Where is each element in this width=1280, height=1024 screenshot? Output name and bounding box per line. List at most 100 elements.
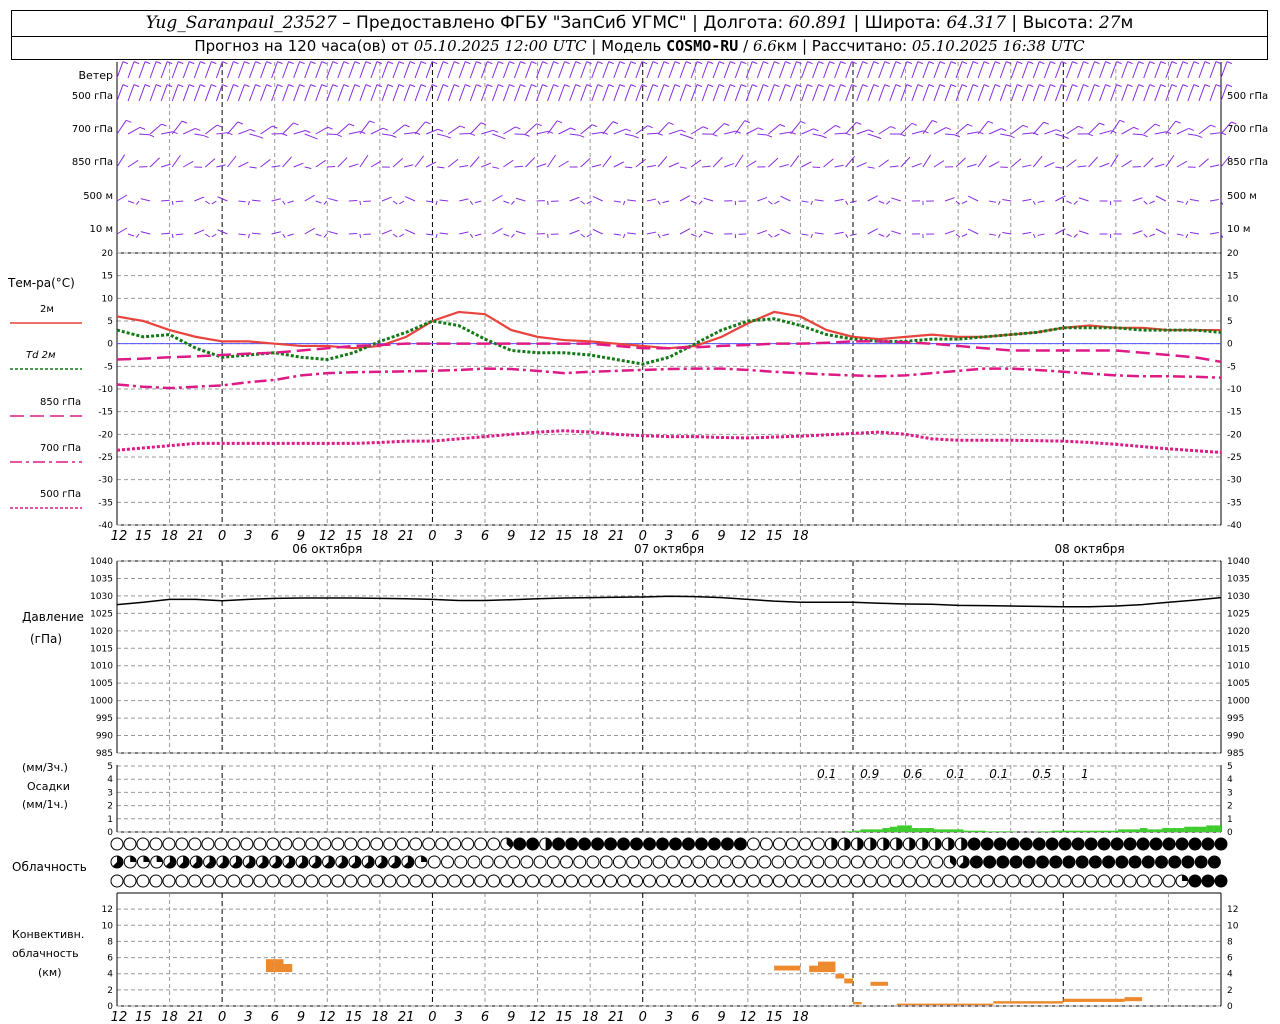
time-tick-bottom: 15 <box>135 1010 152 1024</box>
wind-barb <box>304 61 312 79</box>
wind-barb-flag <box>237 121 243 125</box>
prec-tick-left: 0 <box>107 828 113 838</box>
wind-barb-flag <box>647 125 653 129</box>
wind-barb <box>867 61 875 79</box>
wind-barb-flag <box>895 84 901 88</box>
cloud-fill <box>896 838 903 850</box>
cloud-circle <box>1075 855 1089 869</box>
conv-label-2: облачность <box>12 947 79 960</box>
wind-barb <box>237 84 245 102</box>
wind-barb-flag <box>1193 84 1200 88</box>
precip-bar <box>1095 830 1104 832</box>
cloud-circle <box>1207 855 1221 869</box>
wind-barb <box>801 128 814 135</box>
wind-barb <box>1055 228 1066 235</box>
wind-barb-flag <box>531 84 537 88</box>
cloud-circle <box>798 837 812 851</box>
cloud-circle <box>1102 855 1116 869</box>
wind-barb <box>1032 84 1040 102</box>
wind-barb <box>779 163 789 168</box>
temp-tick-right: -30 <box>1227 476 1242 486</box>
wind-barb-flag <box>961 84 968 88</box>
cloud-circle <box>560 855 574 869</box>
wind-barb <box>282 84 290 102</box>
precip-bar <box>963 830 971 832</box>
wind-barb-flag <box>586 84 592 88</box>
wind-barb-flag <box>633 135 639 139</box>
wind-barb <box>171 120 183 135</box>
cloud-circle <box>1084 874 1098 888</box>
precip-bar <box>978 830 986 832</box>
wind-barb <box>1099 61 1107 79</box>
wind-barb-flag <box>442 61 449 65</box>
wind-barb <box>337 61 345 79</box>
wind-barb-flag <box>945 127 952 131</box>
wind-barb <box>734 61 742 79</box>
wind-barb <box>622 233 626 239</box>
wind-barb <box>1187 84 1195 102</box>
cloud-circle <box>136 837 150 851</box>
time-tick-bottom: 9 <box>717 1010 725 1024</box>
temp-tick-right: 15 <box>1227 272 1238 282</box>
precip-bar <box>1191 826 1199 832</box>
cloud-circle <box>969 855 983 869</box>
wind-barb-flag <box>305 130 311 133</box>
time-tick-bottom: 15 <box>766 1010 783 1024</box>
wind-barb <box>238 161 249 168</box>
wind-barb <box>1189 198 1200 202</box>
cloud-circle <box>331 874 345 888</box>
cloud-circle <box>850 855 864 869</box>
wind-barb <box>492 227 503 235</box>
wind-barb <box>1121 160 1132 168</box>
wind-level-label: 700 гПа <box>72 124 113 135</box>
wind-barb <box>525 61 532 79</box>
time-tick-bottom: 6 <box>271 1010 279 1024</box>
conv-label-1: Конвективн. <box>12 928 84 941</box>
wind-barb <box>613 233 621 236</box>
wind-barb-flag <box>391 134 397 138</box>
wind-barb <box>657 84 665 102</box>
precip-bar <box>1117 829 1126 832</box>
wind-barb-flag <box>336 134 343 137</box>
wind-barb <box>425 61 433 79</box>
precip-bar <box>956 829 964 832</box>
prec-tick-left: 1 <box>107 815 113 825</box>
temp-tick-right: -10 <box>1227 385 1242 395</box>
wind-barb <box>602 155 612 168</box>
wind-barb <box>779 131 791 135</box>
conv-tick-left: 2 <box>107 986 113 996</box>
wind-barb-flag <box>807 84 813 88</box>
cloud-circle <box>1175 837 1189 851</box>
wind-barb <box>403 131 416 135</box>
wind-barb <box>569 133 580 136</box>
wind-barb <box>1032 233 1036 239</box>
wind-barb-flag <box>1000 128 1007 132</box>
precip-bar <box>875 829 883 832</box>
wind-barb <box>304 166 312 170</box>
wind-barb-flag <box>343 61 349 65</box>
wind-barb <box>193 84 201 102</box>
wind-barb-flag <box>851 84 857 88</box>
cloud-circle <box>1188 874 1202 888</box>
time-tick-bottom: 9 <box>297 1010 305 1024</box>
temp-legend-label: 700 гПа <box>40 443 81 454</box>
wind-barb <box>392 124 405 135</box>
wind-barb-flag <box>299 84 305 88</box>
wind-barb <box>348 61 356 79</box>
pres-tick-right: 1040 <box>1227 557 1250 567</box>
wind-barb <box>1022 198 1032 202</box>
wind-barb <box>1065 61 1073 79</box>
wind-barb-flag <box>741 84 747 88</box>
prec-tick-right: 3 <box>1227 788 1233 798</box>
wind-barb-flag <box>707 61 714 65</box>
temp-tick-left: 5 <box>107 317 113 327</box>
temp-tick-left: -15 <box>98 408 113 418</box>
wind-barb <box>723 84 731 102</box>
wind-barb-flag <box>1083 84 1089 88</box>
wind-barb <box>1010 158 1022 168</box>
wind-barb <box>834 61 842 79</box>
wind-barb <box>271 165 281 168</box>
wind-barb <box>149 84 157 102</box>
wind-barb <box>1055 195 1066 202</box>
wind-barb-flag <box>487 84 493 88</box>
